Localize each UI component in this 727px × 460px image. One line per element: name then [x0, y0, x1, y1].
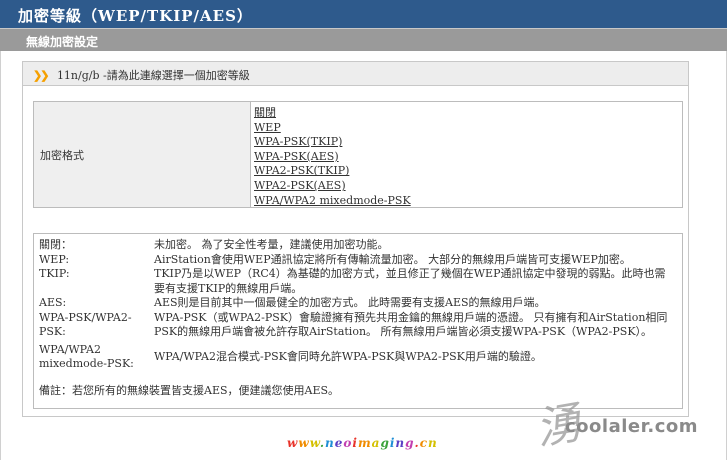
note-text: 備註：若您所有的無線裝置皆支援AES，便建議您使用AES。 — [39, 383, 340, 397]
option-disabled-link[interactable]: 關閉 — [254, 106, 682, 121]
option-wep-link[interactable]: WEP — [254, 121, 682, 136]
description-text: AES則是目前其中一個最健全的加密方式。 此時需要有支援AES的無線用戶端。 — [154, 296, 546, 309]
description-row: WEP: AirStation會使用WEP通訊協定將所有傳輸流量加密。 大部分的… — [39, 253, 682, 268]
option-wpa2-psk-aes-link[interactable]: WPA2-PSK(AES) — [254, 179, 682, 194]
description-key: WEP: — [39, 252, 70, 266]
option-wpa-psk-aes-link[interactable]: WPA-PSK(AES) — [254, 150, 682, 165]
option-wpa2-psk-tkip-link[interactable]: WPA2-PSK(TKIP) — [254, 164, 682, 179]
description-text: WPA-PSK（或WPA2-PSK）會驗證擁有預先共用金鑰的無線用戶端的憑證。 … — [154, 310, 668, 339]
panel-header-label: 11n/g/b -請為此連線選擇一個加密等級 — [56, 69, 250, 82]
description-key: AES: — [39, 296, 67, 309]
description-row: AES: AES則是目前其中一個最健全的加密方式。 此時需要有支援AES的無線用… — [39, 296, 682, 311]
option-wpa-wpa2-mixed-link[interactable]: WPA/WPA2 mixedmode-PSK — [254, 194, 682, 209]
watermark-site: www.neoimaging.cn — [287, 436, 438, 450]
description-key: TKIP: — [39, 267, 70, 280]
description-key: 關閉： — [39, 238, 72, 251]
page-title: 加密等級（WEP/TKIP/AES） — [0, 0, 727, 28]
description-text: AirStation會使用WEP通訊協定將所有傳輸流量加密。 大部分的無線用戶端… — [154, 252, 631, 266]
watermark-brand: coolaler.com — [565, 416, 699, 437]
panel-header: ❯❯ 11n/g/b -請為此連線選擇一個加密等級 — [23, 62, 688, 86]
description-row: 關閉： 未加密。 為了安全性考量，建議使用加密功能。 — [39, 238, 682, 253]
description-text: WPA/WPA2混合模式-PSK會同時允許WPA-PSK與WPA2-PSK用戶端… — [154, 349, 542, 363]
description-key: WPA-PSK/WPA2-PSK: — [39, 310, 132, 339]
double-arrow-icon: ❯❯ — [33, 69, 50, 82]
description-box: 關閉： 未加密。 為了安全性考量，建議使用加密功能。 WEP: AirStati… — [33, 233, 683, 409]
description-row: WPA/WPA2 mixedmode-PSK: WPA/WPA2混合模式-PSK… — [39, 343, 682, 372]
description-text: TKIP乃是以WEP（RC4）為基礎的加密方式，並且修正了幾個在WEP通訊協定中… — [154, 267, 666, 295]
section-subtitle: 無線加密設定 — [0, 28, 727, 51]
encryption-format-table: 加密格式 關閉 WEP WPA-PSK(TKIP) WPA-PSK(AES) W… — [33, 101, 683, 208]
description-text: 未加密。 為了安全性考量，建議使用加密功能。 — [154, 238, 389, 251]
option-wpa-psk-tkip-link[interactable]: WPA-PSK(TKIP) — [254, 135, 682, 150]
description-row: WPA-PSK/WPA2-PSK: WPA-PSK（或WPA2-PSK）會驗證擁… — [39, 311, 682, 340]
description-row: TKIP: TKIP乃是以WEP（RC4）為基礎的加密方式，並且修正了幾個在WE… — [39, 267, 682, 296]
description-key: WPA/WPA2 mixedmode-PSK: — [39, 342, 134, 371]
encryption-options: 關閉 WEP WPA-PSK(TKIP) WPA-PSK(AES) WPA2-P… — [251, 102, 682, 207]
encryption-format-label: 加密格式 — [34, 102, 251, 207]
